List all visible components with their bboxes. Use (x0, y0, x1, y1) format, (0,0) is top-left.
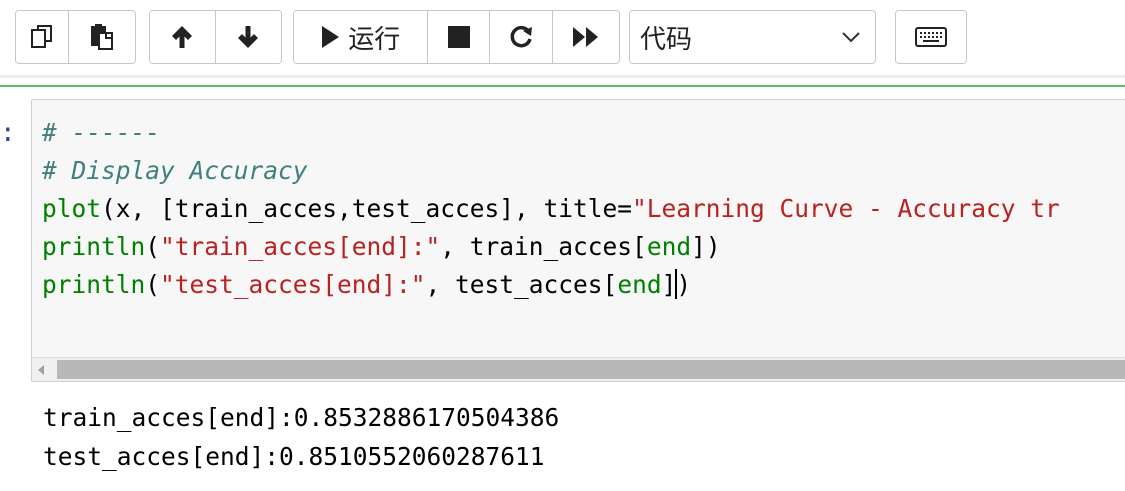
code-token: # Display Accuracy (42, 156, 308, 185)
cell-output: train_acces[end]:0.8532886170504386 test_… (43, 398, 559, 476)
horizontal-scrollbar[interactable] (32, 357, 1125, 381)
arrow-down-icon (238, 26, 259, 48)
command-palette-button-group (895, 10, 967, 64)
notebook-toolbar: 运行 代码 (0, 0, 1125, 78)
output-line: test_acces[end]:0.8510552060287611 (43, 442, 545, 471)
code-token: ]) (691, 232, 721, 261)
code-token: , train_acces[ (440, 232, 647, 261)
code-token: plot (42, 194, 102, 223)
code-token: # ------ (42, 118, 161, 147)
restart-icon (510, 25, 533, 48)
code-token: ) (676, 270, 692, 299)
chevron-down-icon (842, 32, 860, 43)
clipboard-button-group (15, 10, 136, 64)
scrollbar-thumb[interactable] (57, 360, 1125, 379)
code-token: println (42, 232, 146, 261)
code-editor[interactable]: # ------ # Display Accuracy plot(x, [train… (42, 114, 1060, 304)
code-token: end (617, 270, 662, 299)
move-cell-down-button[interactable] (215, 11, 281, 63)
move-button-group (149, 10, 282, 64)
code-token: (x, [train_acces,test_acces], title= (101, 194, 633, 223)
toolbar-divider (0, 75, 1125, 78)
code-token: "Learning Curve - Accuracy tr (632, 194, 1060, 223)
output-line: train_acces[end]:0.8532886170504386 (43, 403, 560, 432)
code-token: ] (661, 270, 677, 299)
run-button-group: 运行 (293, 10, 620, 64)
restart-kernel-button[interactable] (490, 11, 554, 63)
open-command-palette-button[interactable] (896, 11, 966, 63)
cell-type-selected-value: 代码 (640, 24, 693, 55)
run-label: 运行 (348, 24, 401, 55)
move-cell-up-button[interactable] (150, 11, 216, 63)
code-line: # Display Accuracy (42, 152, 1060, 190)
fast-forward-icon (573, 27, 599, 47)
code-token: ( (145, 232, 161, 261)
code-token: "test_acces[end]:" (160, 270, 426, 299)
restart-run-all-button[interactable] (553, 11, 619, 63)
paste-icon (90, 24, 113, 50)
interrupt-kernel-button[interactable] (427, 11, 491, 63)
cell-type-select[interactable]: 代码 (629, 10, 876, 64)
code-token: , test_acces[ (425, 270, 618, 299)
arrow-up-icon (172, 26, 193, 48)
code-line: plot(x, [train_acces,test_acces], title=… (42, 190, 1060, 228)
selected-cell-border (0, 85, 1125, 87)
run-cell-button[interactable]: 运行 (294, 11, 428, 63)
copy-icon (30, 25, 52, 48)
scroll-left-arrow-icon[interactable] (38, 365, 44, 375)
paste-cells-button[interactable] (68, 11, 135, 63)
keyboard-icon (915, 27, 947, 47)
stop-square-icon (447, 26, 470, 48)
code-line: println("test_acces[end]:", test_acces[e… (42, 266, 1060, 304)
code-token: end (646, 232, 692, 261)
input-prompt: : (0, 118, 16, 148)
code-token: "train_acces[end]:" (160, 232, 441, 261)
code-token: println (42, 270, 146, 299)
play-icon (322, 26, 340, 48)
copy-cells-button[interactable] (16, 11, 69, 63)
code-line: println("train_acces[end]:", train_acces… (42, 228, 1060, 266)
code-cell-input[interactable]: # ------ # Display Accuracy plot(x, [train… (31, 99, 1125, 382)
code-token: ( (145, 270, 161, 299)
code-line: # ------ (42, 114, 1060, 152)
